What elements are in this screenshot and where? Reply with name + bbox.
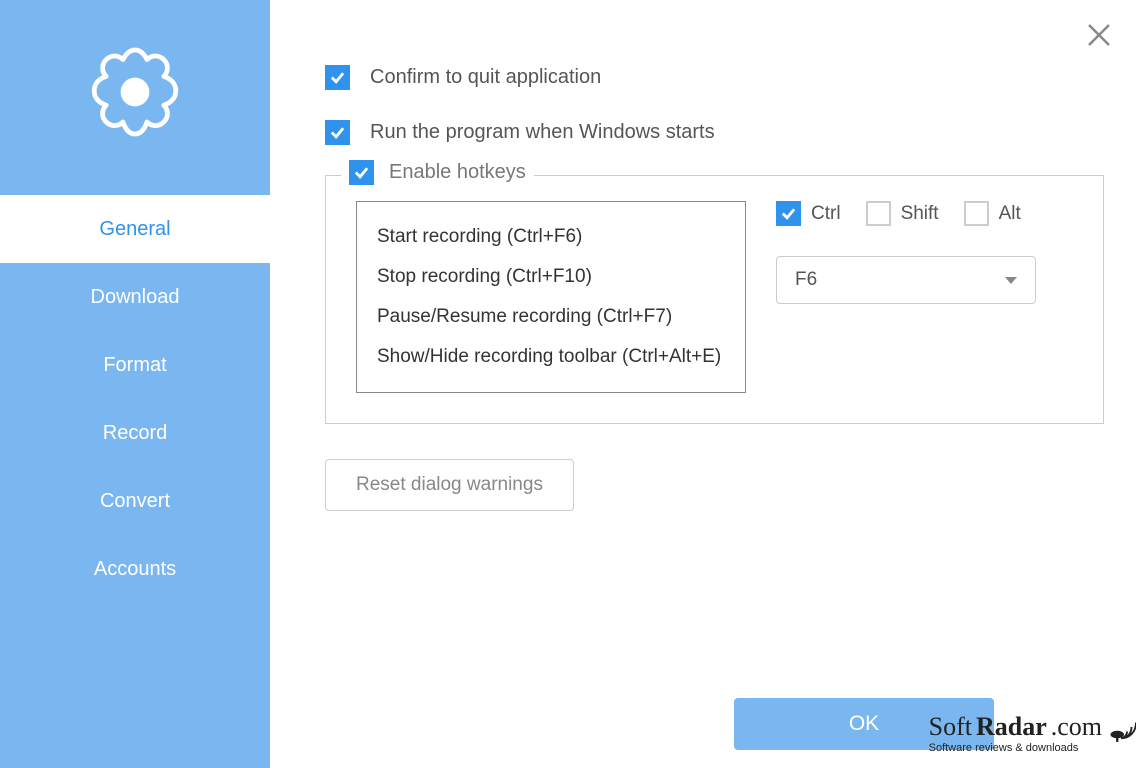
check-icon xyxy=(780,205,797,222)
shift-label: Shift xyxy=(901,203,939,225)
sidebar-item-convert[interactable]: Convert xyxy=(0,467,270,535)
sidebar-item-record[interactable]: Record xyxy=(0,399,270,467)
ctrl-checkbox[interactable] xyxy=(776,201,801,226)
alt-label: Alt xyxy=(999,203,1021,225)
hotkey-item[interactable]: Stop recording (Ctrl+F10) xyxy=(377,257,725,297)
hotkey-item[interactable]: Start recording (Ctrl+F6) xyxy=(377,217,725,257)
close-button[interactable] xyxy=(1084,20,1114,55)
enable-hotkeys-label: Enable hotkeys xyxy=(389,161,526,184)
hotkey-list[interactable]: Start recording (Ctrl+F6) Stop recording… xyxy=(356,201,746,393)
chevron-down-icon xyxy=(1005,277,1017,284)
hotkey-item[interactable]: Pause/Resume recording (Ctrl+F7) xyxy=(377,297,725,337)
check-icon xyxy=(329,69,346,86)
key-dropdown[interactable]: F6 xyxy=(776,256,1036,304)
hotkey-item[interactable]: Show/Hide recording toolbar (Ctrl+Alt+E) xyxy=(377,337,725,377)
gear-icon xyxy=(75,38,195,158)
settings-logo xyxy=(0,0,270,195)
sidebar-item-format[interactable]: Format xyxy=(0,331,270,399)
confirm-quit-label: Confirm to quit application xyxy=(370,66,601,89)
shift-checkbox[interactable] xyxy=(866,201,891,226)
run-startup-label: Run the program when Windows starts xyxy=(370,121,715,144)
sidebar-item-download[interactable]: Download xyxy=(0,263,270,331)
check-icon xyxy=(329,124,346,141)
run-startup-checkbox[interactable] xyxy=(325,120,350,145)
hotkeys-group: Enable hotkeys Start recording (Ctrl+F6)… xyxy=(325,175,1104,424)
key-value: F6 xyxy=(795,269,817,291)
confirm-quit-checkbox[interactable] xyxy=(325,65,350,90)
enable-hotkeys-checkbox[interactable] xyxy=(349,160,374,185)
main-panel: Confirm to quit application Run the prog… xyxy=(270,0,1144,768)
sidebar-item-accounts[interactable]: Accounts xyxy=(0,535,270,603)
ok-button[interactable]: OK xyxy=(734,698,994,750)
close-icon xyxy=(1084,20,1114,50)
alt-checkbox[interactable] xyxy=(964,201,989,226)
ctrl-label: Ctrl xyxy=(811,203,841,225)
check-icon xyxy=(353,164,370,181)
reset-warnings-button[interactable]: Reset dialog warnings xyxy=(325,459,574,511)
sidebar-item-general[interactable]: General xyxy=(0,195,270,263)
sidebar: General Download Format Record Convert A… xyxy=(0,0,270,768)
